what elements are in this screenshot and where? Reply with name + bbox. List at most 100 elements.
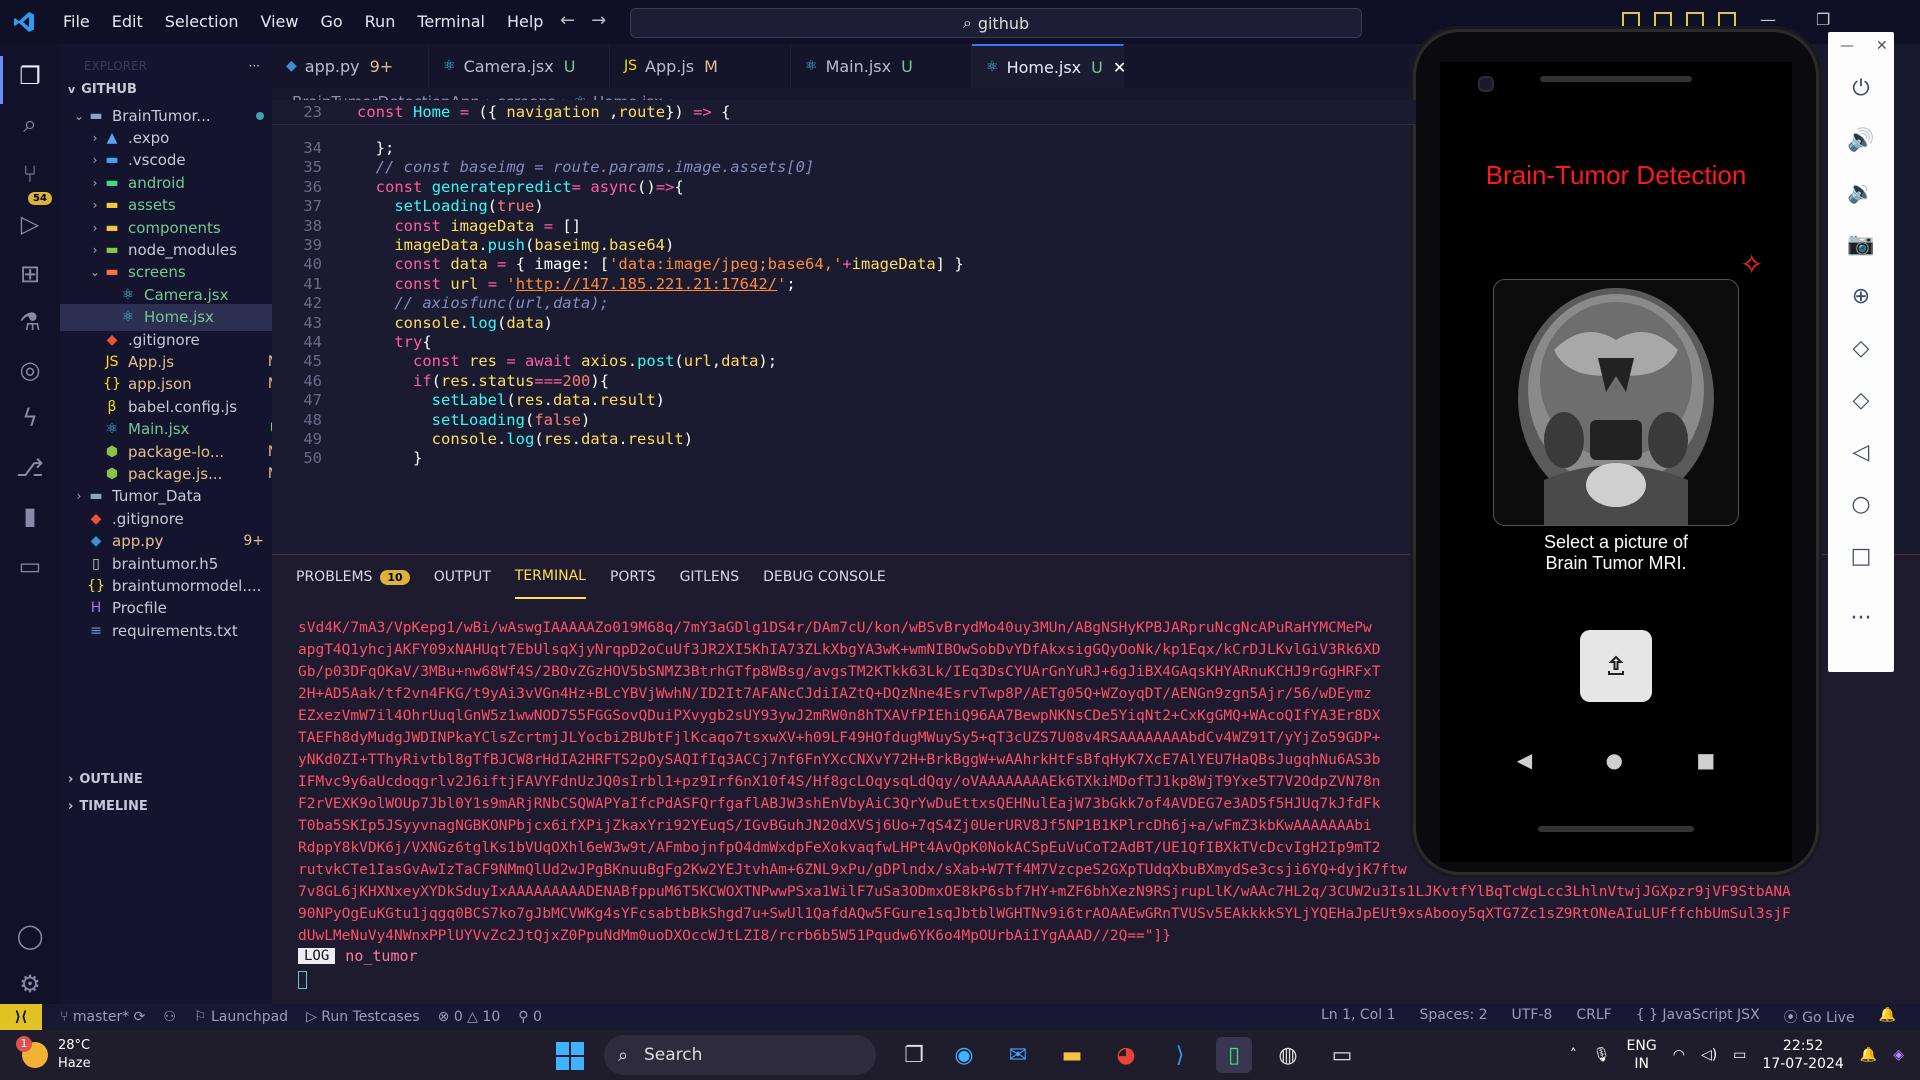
back-arrow-icon[interactable]: ← — [560, 10, 575, 31]
terminal-icon[interactable]: ▭ — [1324, 1037, 1360, 1073]
home-icon[interactable]: ○ — [1843, 486, 1879, 522]
menu-help[interactable]: Help — [496, 0, 554, 44]
ports-indicator[interactable]: ⚲ 0 — [518, 1009, 542, 1025]
volume-down-icon[interactable]: 🔉 — [1843, 174, 1879, 210]
toggle-panel-icon[interactable] — [1654, 12, 1672, 28]
launchpad-button[interactable]: ⚐ Launchpad — [194, 1009, 288, 1025]
minimize-icon[interactable]: — — [1760, 10, 1776, 29]
tab-problems[interactable]: PROBLEMS 10 — [296, 555, 410, 599]
file-explorer-icon[interactable]: ▬ — [1054, 1037, 1090, 1073]
toggle-sidebar-icon[interactable] — [1622, 12, 1640, 28]
rotate-right-icon[interactable]: ◇ — [1843, 382, 1879, 418]
tab-terminal[interactable]: TERMINAL — [514, 555, 586, 599]
clock[interactable]: 22:52 17-07-2024 — [1762, 1037, 1843, 1073]
run-debug-icon[interactable]: ▷ — [14, 208, 46, 240]
line-endings[interactable]: CRLF — [1576, 1007, 1611, 1027]
chart-icon[interactable]: ▮ — [14, 500, 46, 532]
upload-button[interactable] — [1580, 630, 1652, 702]
cursor-position[interactable]: Ln 1, Col 1 — [1321, 1007, 1396, 1027]
back-icon[interactable]: ◁ — [1843, 434, 1879, 470]
zoom-icon[interactable]: ⊕ — [1843, 278, 1879, 314]
chevron-up-icon[interactable]: ˄ — [1570, 1046, 1577, 1064]
command-center-search[interactable]: ⌕ github — [630, 8, 1362, 38]
source-control-icon[interactable]: ⑂ — [14, 158, 46, 190]
tab-output[interactable]: OUTPUT — [434, 555, 491, 599]
obs-icon[interactable]: ◍ — [1270, 1037, 1306, 1073]
menu-selection[interactable]: Selection — [154, 0, 250, 44]
android-recents-icon[interactable]: ■ — [1696, 748, 1715, 772]
menu-view[interactable]: View — [250, 0, 310, 44]
android-back-icon[interactable]: ◀ — [1517, 748, 1532, 772]
sync-icon[interactable]: ⚇ — [163, 1009, 176, 1025]
android-emulator-icon[interactable]: ▯ — [1216, 1037, 1252, 1073]
notification-bell-icon[interactable]: 🔔 — [1860, 1046, 1877, 1064]
tab-main-jsx[interactable]: ⚛ Main.jsx U — [791, 44, 972, 88]
menu-file[interactable]: File — [52, 0, 101, 44]
screenshot-camera-icon[interactable]: 📷 — [1843, 226, 1879, 262]
emulator-minimize-icon[interactable]: — — [1840, 38, 1854, 54]
taskbar-search[interactable]: ⌕ Search — [604, 1035, 876, 1075]
code-editor[interactable]: 23 const Home = ({ navigation ,route}) =>… — [272, 100, 1416, 554]
weather-widget[interactable]: 1 28°C Haze — [16, 1030, 91, 1080]
menu-edit[interactable]: Edit — [101, 0, 154, 44]
tab-ports[interactable]: PORTS — [610, 555, 656, 599]
tab-app-js[interactable]: JS App.js M — [610, 44, 791, 88]
overview-icon[interactable]: □ — [1843, 538, 1879, 574]
run-testcases-button[interactable]: ▷ Run Testcases — [306, 1009, 420, 1025]
workspace-root[interactable]: v GITHUB — [60, 76, 272, 103]
remote-indicator-icon[interactable]: ⟩⟨ — [0, 1004, 42, 1030]
problems-indicator[interactable]: ⊗ 0 △ 10 — [438, 1009, 501, 1025]
volume-icon[interactable]: ◁) — [1701, 1046, 1717, 1064]
rotate-left-icon[interactable]: ◇ — [1843, 330, 1879, 366]
settings-gear-icon[interactable]: ⚙ — [14, 968, 46, 1000]
copilot-icon[interactable]: ◈ — [1893, 1046, 1904, 1064]
power-icon[interactable]: ⏻ — [1843, 70, 1879, 106]
edge-browser-icon[interactable]: ◉ — [946, 1037, 982, 1073]
tab-camera-jsx[interactable]: ⚛ Camera.jsx U — [429, 44, 610, 88]
sparkle-icon[interactable]: ✧ — [1740, 248, 1763, 281]
tab-gitlens[interactable]: GITLENS — [680, 555, 740, 599]
tab-home-jsx[interactable]: ⚛ Home.jsx U ✕ — [972, 44, 1126, 88]
microphone-icon[interactable]: 🎙 — [1593, 1046, 1611, 1064]
search-icon[interactable]: ⌕ — [14, 108, 46, 140]
menu-go[interactable]: Go — [309, 0, 353, 44]
notifications-bell-icon[interactable]: 🔔 — [1879, 1007, 1896, 1027]
forward-arrow-icon[interactable]: → — [591, 10, 606, 31]
more-options-icon[interactable]: ··· — [1843, 600, 1879, 636]
gitlens-icon[interactable]: ⎇ — [14, 452, 46, 484]
branch-indicator[interactable]: ⑂ master* ⟳ — [60, 1009, 145, 1025]
battery-icon[interactable]: ▭ — [1733, 1046, 1746, 1064]
customize-layout-icon[interactable] — [1718, 12, 1736, 28]
android-home-icon[interactable]: ● — [1606, 748, 1623, 772]
extensions-icon[interactable]: ⊞ — [14, 258, 46, 290]
wifi-icon[interactable]: ◠ — [1673, 1046, 1685, 1064]
emulator-close-icon[interactable]: ✕ — [1876, 38, 1888, 54]
windows-start-icon[interactable] — [556, 1042, 584, 1070]
mail-icon[interactable]: ✉ — [1000, 1037, 1036, 1073]
close-icon[interactable]: ✕ — [1113, 58, 1126, 77]
go-live-button[interactable]: ⦿ Go Live — [1784, 1007, 1855, 1027]
tab-debug-console[interactable]: DEBUG CONSOLE — [763, 555, 886, 599]
language-mode[interactable]: { } JavaScript JSX — [1636, 1007, 1760, 1027]
remote-explorer-icon[interactable]: ◎ — [14, 354, 46, 386]
menu-run[interactable]: Run — [354, 0, 407, 44]
restore-icon[interactable]: ❐ — [1816, 10, 1830, 29]
testing-icon[interactable]: ⚗ — [14, 306, 46, 338]
encoding[interactable]: UTF-8 — [1512, 1007, 1553, 1027]
indentation[interactable]: Spaces: 2 — [1420, 1007, 1488, 1027]
volume-up-icon[interactable]: 🔊 — [1843, 122, 1879, 158]
timeline-section[interactable]: › TIMELINE — [60, 793, 272, 820]
lightning-icon[interactable]: ϟ — [14, 402, 46, 434]
task-view-icon[interactable]: ❐ — [896, 1037, 932, 1073]
comments-icon[interactable]: ▭ — [14, 550, 46, 582]
toggle-secondary-sidebar-icon[interactable] — [1686, 12, 1704, 28]
vscode-taskbar-icon[interactable]: ⟩ — [1162, 1037, 1198, 1073]
menu-terminal[interactable]: Terminal — [406, 0, 496, 44]
chrome-icon[interactable]: ◕ — [1108, 1037, 1144, 1073]
more-actions-icon[interactable]: ··· — [249, 59, 260, 73]
outline-section[interactable]: › OUTLINE — [60, 766, 272, 793]
tree-item[interactable]: ≡ requirements.txt — [60, 617, 284, 644]
account-icon[interactable]: ◯ — [14, 920, 46, 952]
language-indicator[interactable]: ENG IN — [1627, 1037, 1657, 1073]
tab-app-py[interactable]: ◆ app.py 9+ — [272, 44, 429, 88]
